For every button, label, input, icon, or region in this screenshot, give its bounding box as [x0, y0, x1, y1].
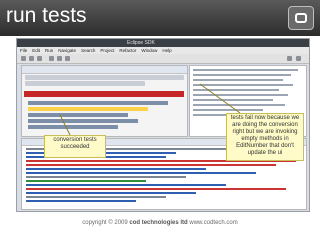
company-url[interactable]: www.codtech.com: [189, 220, 237, 226]
callout-tests-fail: tests fail now because we are doing the …: [226, 113, 304, 161]
company-name: cod technologies ltd: [129, 220, 188, 226]
slide-footer: copyright © 2009 cod technologies ltd ww…: [0, 220, 320, 226]
callout-conversion-tests: conversion tests succeeded: [44, 135, 106, 158]
right-callout-arrow: [199, 83, 241, 114]
copyright-text: copyright © 2009: [82, 220, 128, 226]
left-callout-arrow: [59, 114, 71, 136]
